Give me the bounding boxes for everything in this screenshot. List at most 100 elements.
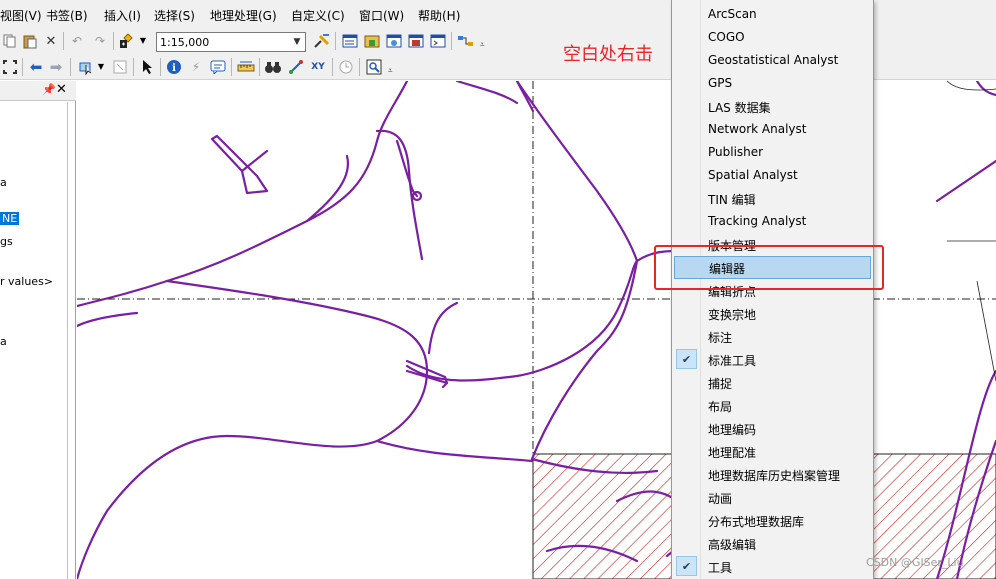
menu-windows[interactable]: 窗口(W) [359,7,404,24]
menu-item-label: 版本管理 [708,239,757,253]
menu-item-label: 标注 [708,331,733,345]
toolbar-overflow-icon[interactable]: ⩡ [480,40,488,52]
menu-item-label: Tracking Analyst [708,214,807,228]
editor-toolbar-icon[interactable] [312,31,332,51]
menu-item-edit-vertices[interactable]: 编辑折点 [672,279,873,302]
add-data-icon[interactable] [118,31,138,51]
menu-item-gps[interactable]: GPS [672,72,873,95]
menu-item-label: 地理编码 [708,423,757,437]
toc-layer-label[interactable]: gs [0,235,13,248]
toc-layer-label[interactable]: a [0,176,7,189]
menu-item-label: 分布式地理数据库 [708,515,805,529]
menu-item-arcscan[interactable]: ArcScan [672,3,873,26]
menu-item-label: LAS 数据集 [708,101,771,115]
map-scale-input[interactable] [160,34,286,50]
close-icon[interactable]: ✕ [56,82,67,97]
menu-item-label: TIN 编辑 [708,193,756,207]
menu-insert[interactable]: 插入(I) [104,7,141,24]
menu-item-publisher[interactable]: Publisher [672,141,873,164]
menu-item-label: 地理配准 [708,446,757,460]
arcmap-window: 视图(V) 书签(B) 插入(I) 选择(S) 地理处理(G) 自定义(C) 窗… [0,0,996,579]
table-of-contents-icon[interactable] [340,31,360,51]
toc-selected-layer[interactable]: NE [0,212,20,225]
menu-customize[interactable]: 自定义(C) [291,7,345,24]
menu-item-advanced-editing[interactable]: 高级编辑 [672,532,873,555]
menu-item-label: 捕捉 [708,377,733,391]
identify-icon[interactable]: i [164,57,184,77]
menu-item-label: 标准工具 [708,354,757,368]
annotation-text: 空白处右击 [563,44,653,65]
chevron-down-icon[interactable]: ▼ [289,33,305,51]
copy-icon[interactable] [0,31,20,51]
select-features-icon[interactable] [76,57,96,77]
html-popup-icon[interactable]: ⚡ [186,57,206,77]
full-extent-icon[interactable] [0,57,20,77]
redo-icon[interactable]: ↷ [90,31,110,51]
time-slider-icon[interactable] [336,57,356,77]
delete-icon[interactable]: ✕ [41,31,61,51]
menu-item-editor[interactable]: 编辑器 [674,256,871,279]
menu-item-geocoding[interactable]: 地理编码 [672,417,873,440]
toc-title-bar: 📌 ✕ [0,81,76,101]
paste-icon[interactable] [20,31,40,51]
model-builder-icon[interactable] [456,31,476,51]
menu-item-standard[interactable]: ✔ 标准工具 [672,348,873,371]
menu-selection[interactable]: 选择(S) [154,7,195,24]
menu-item-label: 地理数据库历史档案管理 [708,469,841,483]
menu-help[interactable]: 帮助(H) [418,7,460,24]
add-data-dropdown-icon[interactable]: ▼ [138,31,148,51]
menu-item-label: Network Analyst [708,122,807,136]
menu-item-label: ArcScan [708,7,757,21]
toc-layer-label[interactable]: a [0,335,7,348]
back-icon[interactable]: ⬅ [26,57,46,77]
menu-item-cogo[interactable]: COGO [672,26,873,49]
menu-bookmarks[interactable]: 书签(B) [46,7,88,24]
menu-item-network-analyst[interactable]: Network Analyst [672,118,873,141]
find-route-icon[interactable] [286,57,306,77]
menu-item-label: Geostatistical Analyst [708,53,839,67]
python-window-icon[interactable] [428,31,448,51]
toc-layer-list: a NE gs r values> a [0,102,68,579]
menu-item-parcel-transform[interactable]: 变换宗地 [672,302,873,325]
search-window-icon[interactable] [384,31,404,51]
menu-item-label: 编辑器 [709,262,746,276]
menu-item-distributed-geodatabase[interactable]: 分布式地理数据库 [672,509,873,532]
go-to-xy-icon[interactable]: XY [308,57,328,77]
menu-item-georeferencing[interactable]: 地理配准 [672,440,873,463]
menu-item-snapping[interactable]: 捕捉 [672,371,873,394]
toolbar-overflow-icon[interactable]: ⩡ [388,66,396,78]
toc-layer-label[interactable]: r values> [0,275,53,288]
create-viewer-icon[interactable] [364,57,384,77]
undo-icon[interactable]: ↶ [67,31,87,51]
menu-item-animation[interactable]: 动画 [672,486,873,509]
check-icon: ✔ [676,349,697,369]
measure-icon[interactable] [236,57,256,77]
menu-item-spatial-analyst[interactable]: Spatial Analyst [672,164,873,187]
select-dropdown-icon[interactable]: ▼ [96,57,106,77]
menu-item-versioning[interactable]: 版本管理 [672,233,873,256]
menu-item-label: 动画 [708,492,733,506]
menu-item-label: 布局 [708,400,733,414]
menu-item-geodatabase-archiving[interactable]: 地理数据库历史档案管理 [672,463,873,486]
clear-selection-icon[interactable] [110,57,130,77]
forward-icon[interactable]: ➡ [46,57,66,77]
pin-icon[interactable]: 📌 [42,83,56,96]
watermark: CSDN @GISer_Liu [866,556,964,569]
menu-item-geostatistical-analyst[interactable]: Geostatistical Analyst [672,49,873,72]
menu-view[interactable]: 视图(V) [0,7,42,24]
select-elements-icon[interactable] [137,57,157,77]
menu-item-tools[interactable]: ✔ 工具 [672,555,873,578]
map-scale-combo[interactable]: ▼ [156,32,306,52]
table-of-contents-panel: 📌 ✕ a NE gs r values> a [0,81,76,579]
menu-item-tracking-analyst[interactable]: Tracking Analyst [672,210,873,233]
menu-item-las-dataset[interactable]: LAS 数据集 [672,95,873,118]
binoculars-icon[interactable] [263,57,283,77]
menu-item-layout[interactable]: 布局 [672,394,873,417]
catalog-icon[interactable] [362,31,382,51]
arctoolbox-icon[interactable] [406,31,426,51]
menu-item-tin-editing[interactable]: TIN 编辑 [672,187,873,210]
find-icon[interactable] [208,57,228,77]
menu-item-labeling[interactable]: 标注 [672,325,873,348]
menu-geoprocessing[interactable]: 地理处理(G) [210,7,277,24]
menu-item-label: GPS [708,76,733,90]
